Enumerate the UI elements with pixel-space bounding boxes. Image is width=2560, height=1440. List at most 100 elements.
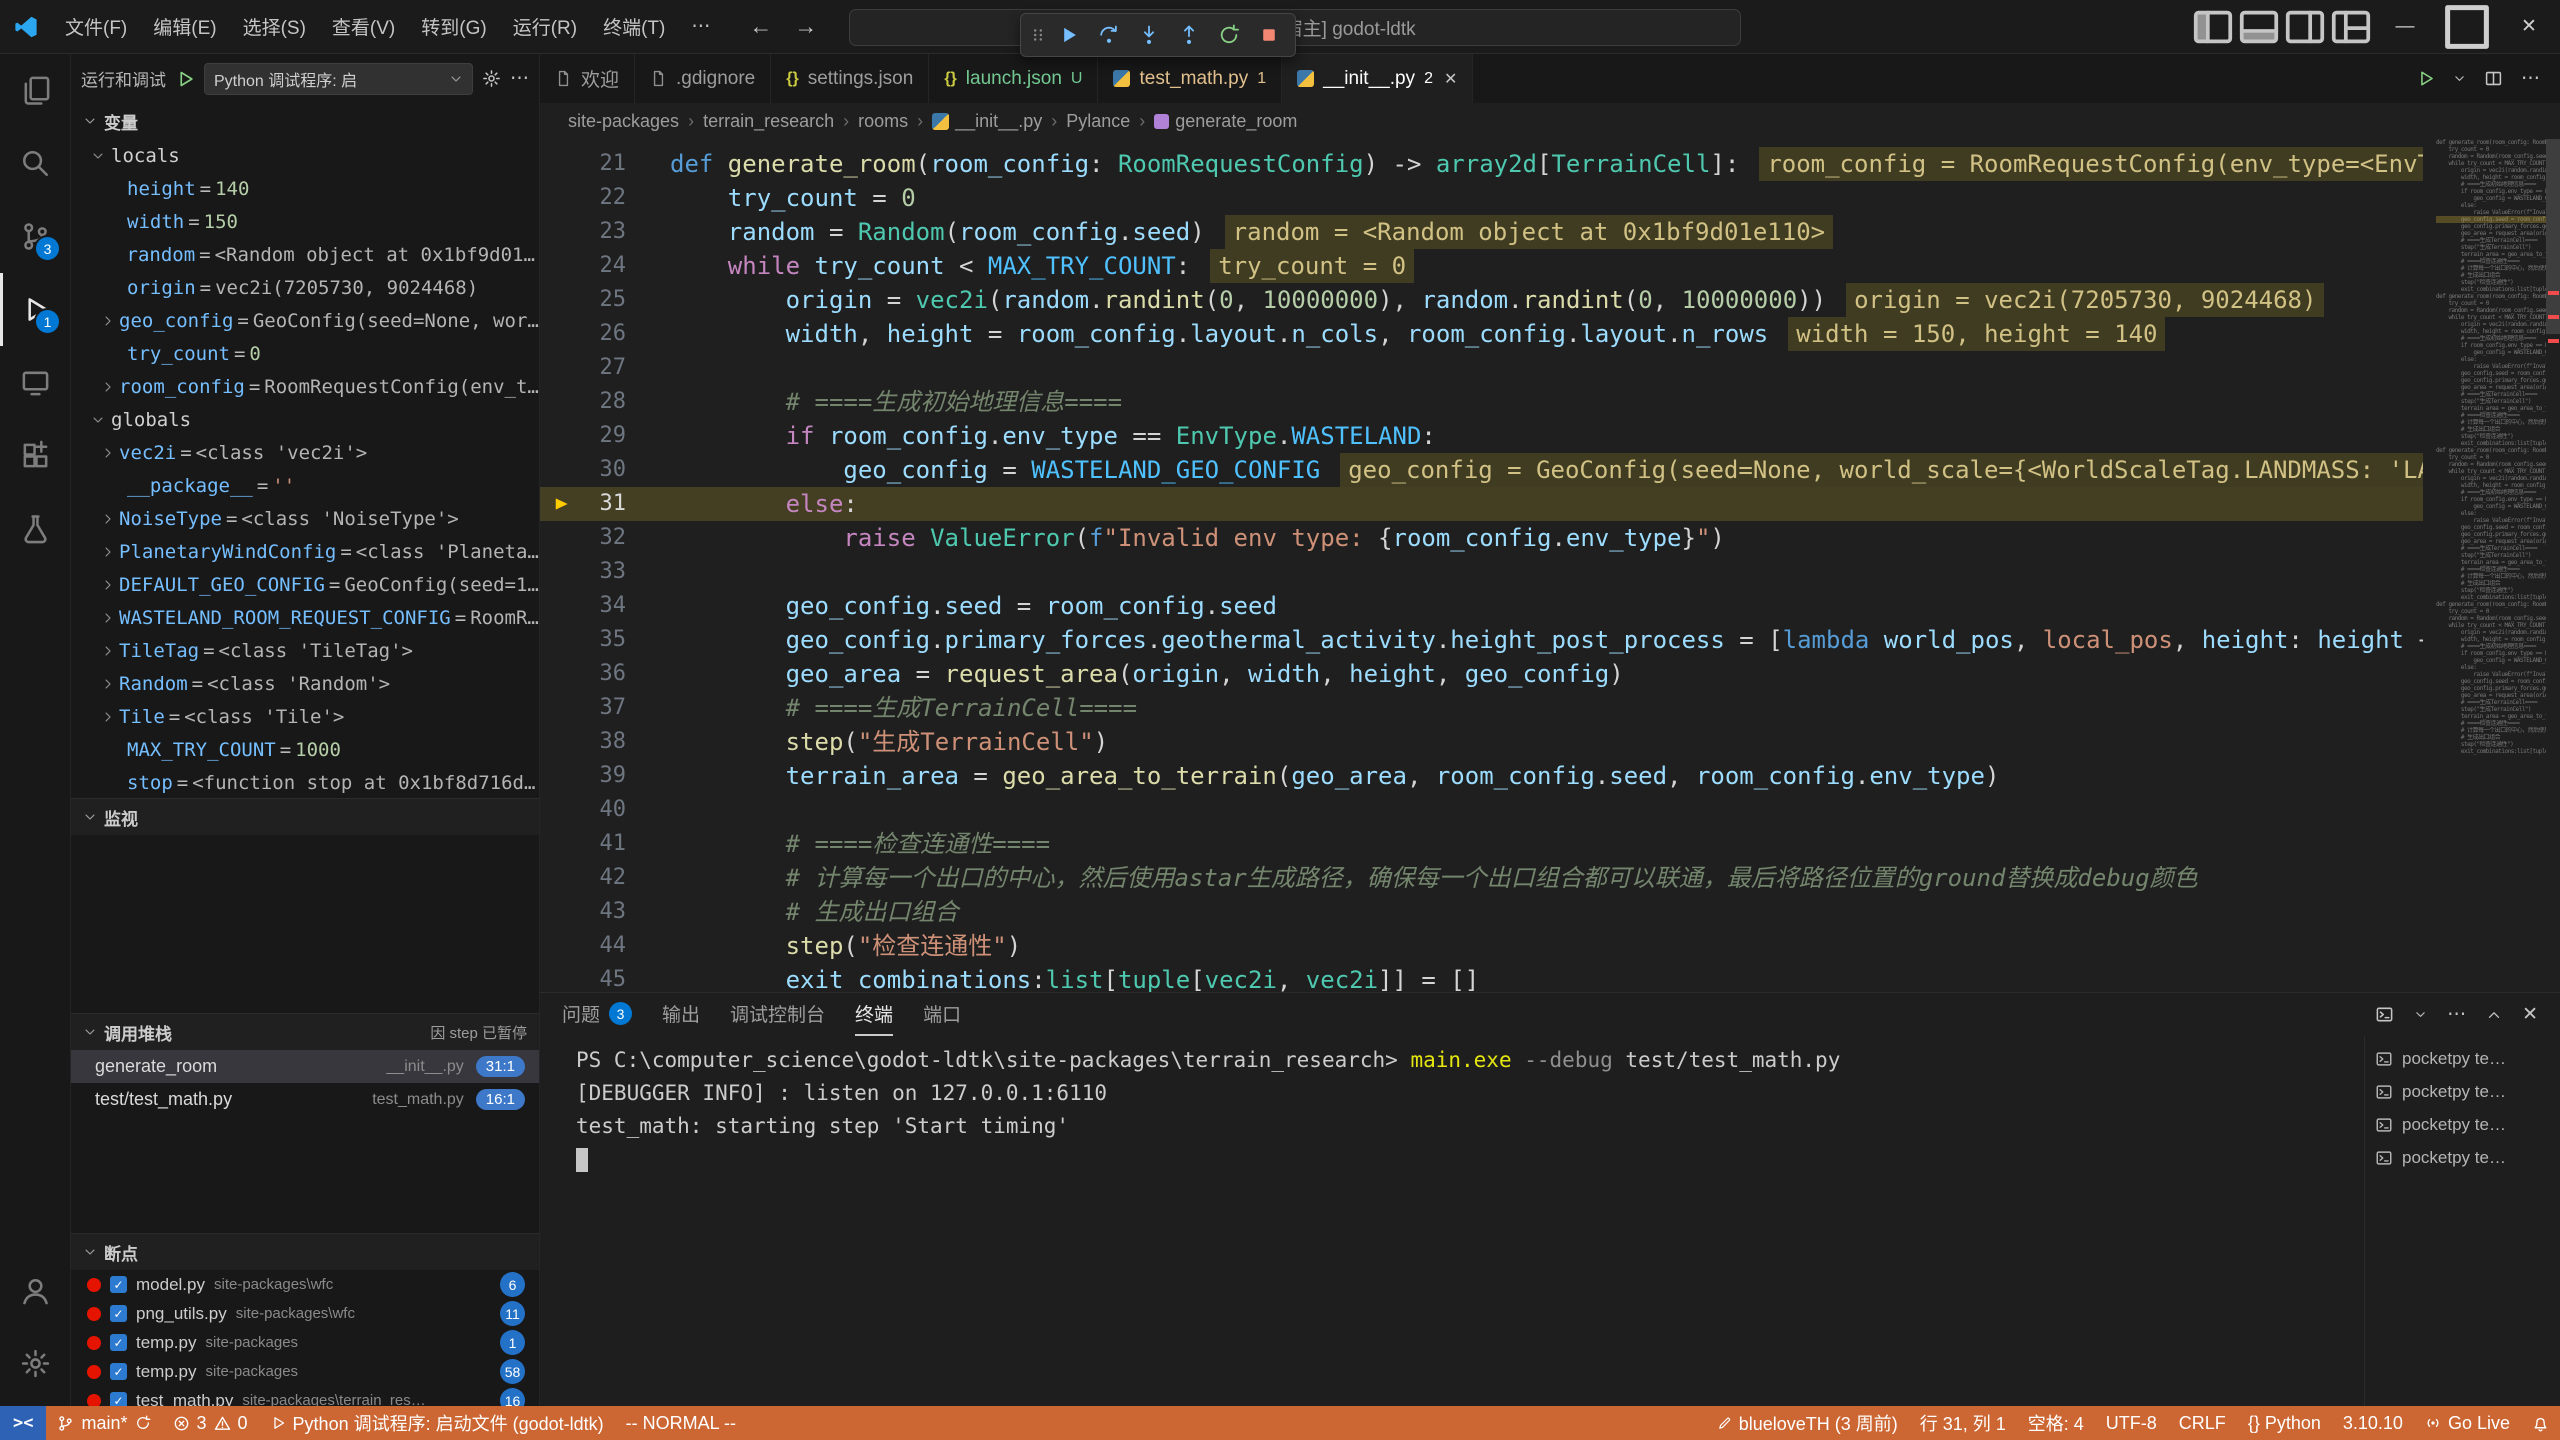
tab-__init__.py[interactable]: __init__.py2✕ bbox=[1282, 54, 1473, 103]
stop-button[interactable] bbox=[1251, 18, 1287, 52]
code-line-25[interactable]: 25 origin = vec2i(random.randint(0, 1000… bbox=[540, 283, 2423, 317]
terminal-output[interactable]: PS C:\computer_science\godot-ldtk\site-p… bbox=[540, 1036, 2364, 1406]
code-line-32[interactable]: 32 raise ValueError(f"Invalid env type: … bbox=[540, 521, 2423, 555]
customize-layout-icon[interactable] bbox=[2328, 0, 2374, 54]
code-line-26[interactable]: 26 width, height = room_config.layout.n_… bbox=[540, 317, 2423, 351]
gutter-glyph[interactable] bbox=[540, 521, 584, 555]
status-blame[interactable]: blueloveTH (3 周前) bbox=[1706, 1406, 1909, 1440]
more-actions-icon[interactable]: ⋯ bbox=[510, 67, 529, 90]
breadcrumb-item-terrain_research[interactable]: terrain_research bbox=[703, 111, 834, 132]
variable-vec2i[interactable]: vec2i = <class 'vec2i'> bbox=[71, 436, 539, 469]
gutter-glyph[interactable] bbox=[540, 589, 584, 623]
activity-item-remote-explorer[interactable] bbox=[0, 346, 70, 419]
step-over-button[interactable] bbox=[1091, 18, 1127, 52]
gutter-glyph[interactable] bbox=[540, 453, 584, 487]
variable-geo_config[interactable]: geo_config = GeoConfig(seed=None, wor… bbox=[71, 304, 539, 337]
code-line-28[interactable]: 28 # ====生成初始地理信息==== bbox=[540, 385, 2423, 419]
variable-try_count[interactable]: try_count = 0 bbox=[71, 337, 539, 370]
menu-item-5[interactable]: 运行(R) bbox=[500, 0, 590, 53]
gutter-glyph[interactable] bbox=[540, 929, 584, 963]
maximize-button[interactable] bbox=[2436, 0, 2498, 54]
status-branch[interactable]: main* bbox=[46, 1406, 161, 1440]
status-interpreter[interactable]: 3.10.10 bbox=[2332, 1406, 2414, 1440]
activity-item-search[interactable] bbox=[0, 127, 70, 200]
breadcrumb-item-rooms[interactable]: rooms bbox=[858, 111, 908, 132]
panel-tab-调试控制台[interactable]: 调试控制台 bbox=[730, 993, 825, 1036]
status-encoding[interactable]: UTF-8 bbox=[2095, 1406, 2168, 1440]
new-terminal-icon[interactable] bbox=[2375, 1005, 2394, 1024]
gutter-glyph[interactable] bbox=[540, 657, 584, 691]
gutter-glyph[interactable] bbox=[540, 249, 584, 283]
code-line-23[interactable]: 23 random = Random(room_config.seed)rand… bbox=[540, 215, 2423, 249]
breakpoint-row[interactable]: ✓model.pysite-packages\wfc6 bbox=[71, 1270, 539, 1299]
back-icon[interactable]: ← bbox=[749, 13, 772, 40]
activity-item-extensions[interactable] bbox=[0, 419, 70, 492]
scope-locals[interactable]: locals bbox=[71, 139, 539, 172]
watch-pane-header[interactable]: 监视 bbox=[71, 798, 539, 835]
activity-item-run-and-debug[interactable]: 1 bbox=[0, 273, 70, 346]
more-actions-icon[interactable]: ⋯ bbox=[2521, 67, 2540, 90]
status-notifications[interactable] bbox=[2521, 1406, 2560, 1440]
activity-item-settings[interactable] bbox=[0, 1327, 70, 1400]
breakpoints-pane-header[interactable]: 断点 bbox=[71, 1233, 539, 1270]
activity-item-source-control[interactable]: 3 bbox=[0, 200, 70, 273]
terminal-list-item[interactable]: pocketpy te… bbox=[2365, 1108, 2560, 1141]
tab-launch.json[interactable]: {}launch.jsonU bbox=[929, 54, 1098, 103]
code-line-34[interactable]: 34 geo_config.seed = room_config.seed bbox=[540, 589, 2423, 623]
variable-room_config[interactable]: room_config = RoomRequestConfig(env_t… bbox=[71, 370, 539, 403]
gutter-glyph[interactable] bbox=[540, 623, 584, 657]
menu-item-3[interactable]: 查看(V) bbox=[319, 0, 408, 53]
variable-random[interactable]: random = <Random object at 0x1bf9d01e… bbox=[71, 238, 539, 271]
gutter-glyph[interactable] bbox=[540, 351, 584, 385]
variable-NoiseType[interactable]: NoiseType = <class 'NoiseType'> bbox=[71, 502, 539, 535]
split-editor-icon[interactable] bbox=[2484, 69, 2503, 88]
tab-settings.json[interactable]: {}settings.json bbox=[771, 54, 929, 103]
panel-more-icon[interactable]: ⋯ bbox=[2447, 1003, 2466, 1026]
forward-icon[interactable]: → bbox=[794, 13, 817, 40]
debug-config-select[interactable]: Python 调试程序: 启 bbox=[204, 63, 473, 95]
breadcrumb-item-generate_room[interactable]: generate_room bbox=[1154, 111, 1297, 132]
breadcrumb-item-site-packages[interactable]: site-packages bbox=[568, 111, 679, 132]
variable-height[interactable]: height = 140 bbox=[71, 172, 539, 205]
code-line-35[interactable]: 35 geo_config.primary_forces.geothermal_… bbox=[540, 623, 2423, 657]
variable-stop[interactable]: stop = <function stop at 0x1bf8d716d… bbox=[71, 766, 539, 798]
code-editor[interactable]: 2021def generate_room(room_config: RoomR… bbox=[540, 139, 2560, 992]
stack-frame[interactable]: test/test_math.pytest_math.py16:1 bbox=[71, 1083, 539, 1116]
status-indentation[interactable]: 空格: 4 bbox=[2017, 1406, 2095, 1440]
close-button[interactable]: ✕ bbox=[2498, 0, 2560, 54]
code-line-29[interactable]: 29 if room_config.env_type == EnvType.WA… bbox=[540, 419, 2423, 453]
menu-item-4[interactable]: 转到(G) bbox=[408, 0, 499, 53]
variable-PlanetaryWindConfig[interactable]: PlanetaryWindConfig = <class 'Planeta… bbox=[71, 535, 539, 568]
step-into-button[interactable] bbox=[1131, 18, 1167, 52]
gutter-glyph[interactable] bbox=[540, 725, 584, 759]
status-problems[interactable]: 30 bbox=[162, 1406, 259, 1440]
activity-item-accounts[interactable] bbox=[0, 1254, 70, 1327]
terminal-list-item[interactable]: pocketpy te… bbox=[2365, 1075, 2560, 1108]
variable-Tile[interactable]: Tile = <class 'Tile'> bbox=[71, 700, 539, 733]
code-line-40[interactable]: 40 bbox=[540, 793, 2423, 827]
gutter-glyph[interactable] bbox=[540, 181, 584, 215]
panel-tab-端口[interactable]: 端口 bbox=[923, 993, 961, 1036]
gutter-glyph[interactable] bbox=[540, 419, 584, 453]
menu-item-7[interactable]: ⋯ bbox=[678, 0, 723, 53]
gutter-glyph[interactable] bbox=[540, 793, 584, 827]
gutter-glyph[interactable] bbox=[540, 963, 584, 992]
run-file-icon[interactable] bbox=[2416, 69, 2435, 88]
breakpoint-checkbox[interactable]: ✓ bbox=[110, 1276, 127, 1293]
gutter-glyph[interactable] bbox=[540, 555, 584, 589]
continue-button[interactable] bbox=[1051, 18, 1087, 52]
breakpoint-row[interactable]: ✓test_math.pysite-packages\terrain_res…1… bbox=[71, 1386, 539, 1406]
variable-WASTELAND_ROOM_REQUEST_CONFIG[interactable]: WASTELAND_ROOM_REQUEST_CONFIG = RoomR… bbox=[71, 601, 539, 634]
breakpoint-row[interactable]: ✓png_utils.pysite-packages\wfc11 bbox=[71, 1299, 539, 1328]
menu-item-6[interactable]: 终端(T) bbox=[590, 0, 678, 53]
gutter-glyph[interactable] bbox=[540, 827, 584, 861]
activity-item-testing[interactable] bbox=[0, 492, 70, 565]
code-line-20[interactable]: 20 bbox=[540, 139, 2423, 147]
panel-tab-输出[interactable]: 输出 bbox=[662, 993, 700, 1036]
status-remote[interactable]: >< bbox=[0, 1406, 46, 1440]
code-line-21[interactable]: 21def generate_room(room_config: RoomReq… bbox=[540, 147, 2423, 181]
scope-globals[interactable]: globals bbox=[71, 403, 539, 436]
status-eol[interactable]: CRLF bbox=[2168, 1406, 2237, 1440]
maximize-panel-icon[interactable] bbox=[2486, 1007, 2502, 1023]
variable-DEFAULT_GEO_CONFIG[interactable]: DEFAULT_GEO_CONFIG = GeoConfig(seed=1… bbox=[71, 568, 539, 601]
